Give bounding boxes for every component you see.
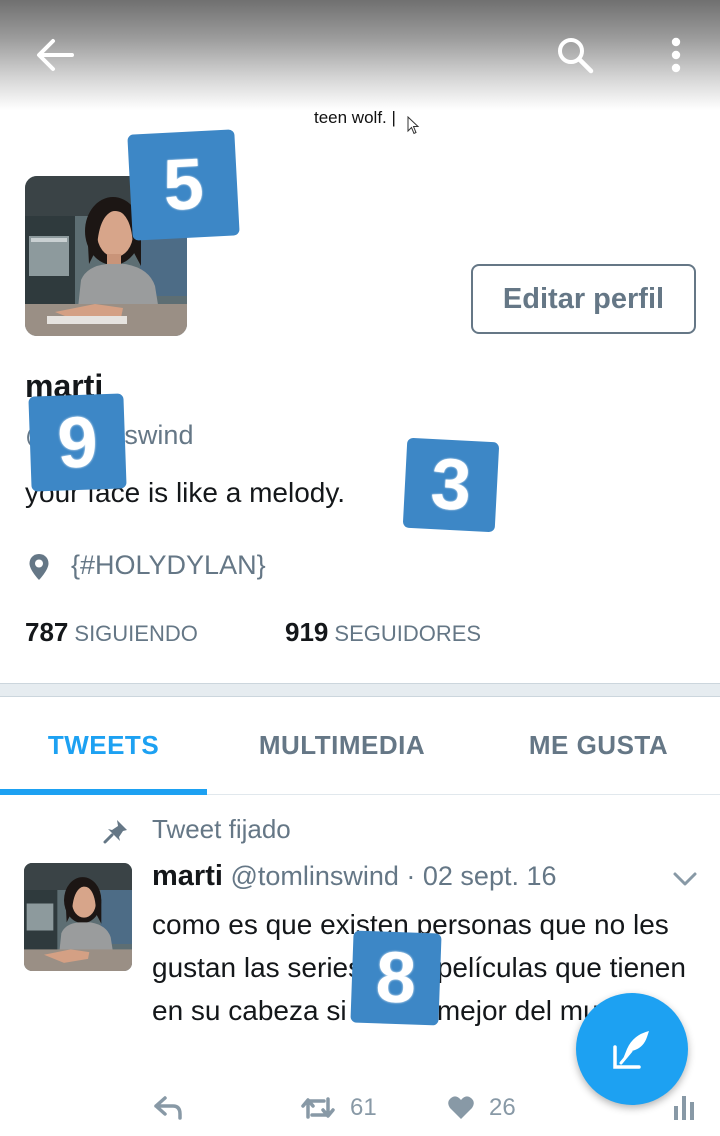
tab-tweets[interactable]: TWEETS	[0, 697, 207, 793]
tab-multimedia[interactable]: MULTIMEDIA	[207, 697, 477, 793]
tweet-header: marti @tomlinswind · 02 sept. 16	[152, 860, 557, 893]
retweet-icon	[301, 1097, 335, 1119]
search-button[interactable]	[550, 30, 600, 80]
cursor-icon	[407, 116, 420, 135]
heart-icon	[448, 1096, 474, 1119]
followers-count: 919	[285, 617, 329, 647]
followers-stat[interactable]: 919 SEGUIDORES	[285, 617, 481, 648]
chevron-down-icon[interactable]	[672, 870, 698, 888]
reply-icon	[154, 1096, 182, 1120]
following-count: 787	[25, 617, 69, 647]
profile-location[interactable]: {#HOLYDYLAN}	[71, 550, 266, 581]
pinned-tweet-label: Tweet fijado	[152, 814, 291, 844]
more-vertical-icon	[671, 37, 681, 73]
following-stat[interactable]: 787 SIGUIENDO	[25, 617, 198, 648]
pin-icon	[103, 820, 127, 844]
location-pin-icon	[29, 554, 49, 580]
top-app-bar	[0, 0, 720, 110]
overlay-badge-8: 8	[350, 930, 442, 1026]
bar-chart-icon	[674, 1096, 694, 1120]
compose-tweet-button[interactable]	[576, 993, 688, 1105]
more-options-button[interactable]	[651, 30, 701, 80]
tweet-author-name[interactable]: marti	[152, 860, 223, 892]
search-icon	[558, 38, 594, 74]
avatar-image	[24, 863, 132, 971]
reply-button[interactable]	[153, 1094, 183, 1120]
followers-label: SEGUIDORES	[334, 621, 482, 646]
tab-likes[interactable]: ME GUSTA	[477, 697, 720, 793]
active-tab-indicator	[0, 789, 207, 795]
profile-tabs: TWEETS MULTIMEDIA ME GUSTA	[0, 697, 720, 795]
following-label: SIGUIENDO	[74, 621, 198, 646]
arrow-left-icon	[37, 39, 74, 71]
section-divider	[0, 683, 720, 697]
retweet-button[interactable]: 61	[300, 1094, 377, 1122]
overlay-badge-9: 9	[28, 393, 127, 492]
like-button[interactable]: 26	[447, 1094, 516, 1122]
back-button[interactable]	[30, 30, 80, 80]
tweet-meta: @tomlinswind · 02 sept. 16	[230, 861, 557, 891]
compose-feather-icon	[613, 1031, 649, 1069]
overlay-badge-3: 3	[402, 437, 500, 533]
like-count: 26	[489, 1094, 516, 1121]
banner-text: teen wolf. |	[314, 108, 396, 127]
retweet-count: 61	[350, 1094, 377, 1121]
analytics-button[interactable]	[672, 1094, 698, 1120]
overlay-badge-5: 5	[127, 129, 240, 241]
tweet-author-avatar[interactable]	[24, 863, 132, 971]
edit-profile-button[interactable]: Editar perfil	[471, 264, 696, 334]
